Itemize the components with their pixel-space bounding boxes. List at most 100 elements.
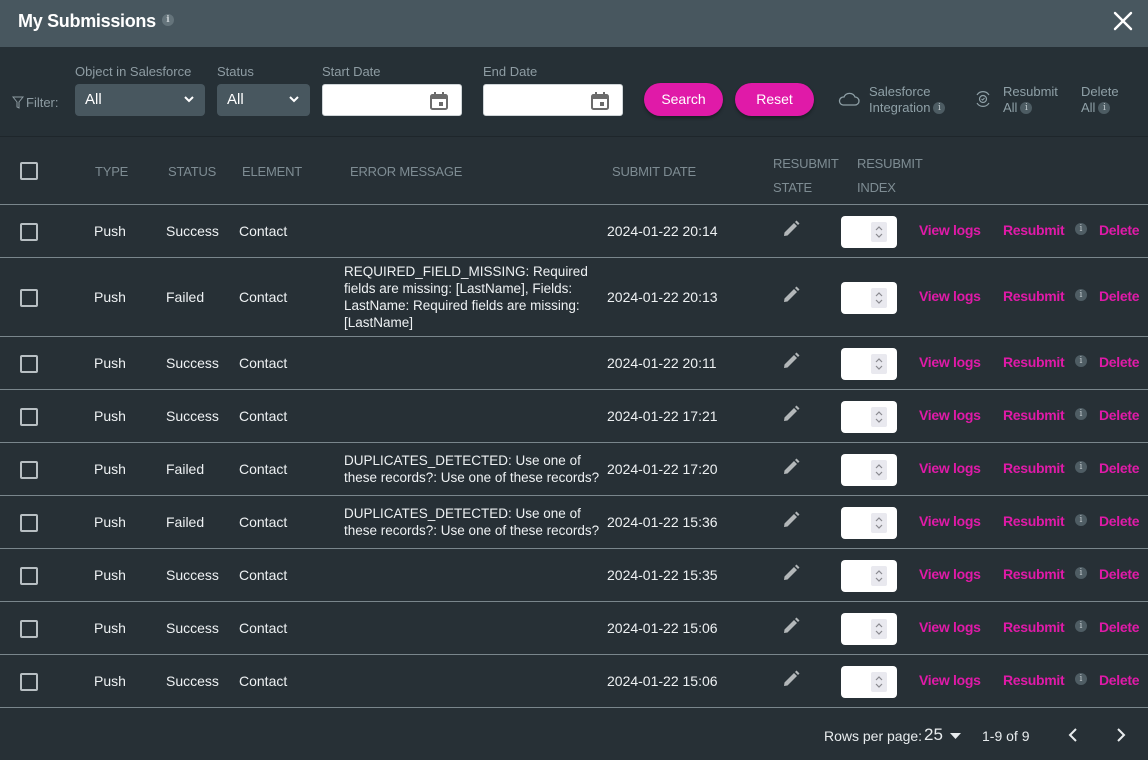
resubmit-link[interactable]: Resubmit xyxy=(1003,288,1065,304)
resubmit-link[interactable]: Resubmit xyxy=(1003,513,1065,529)
row-checkbox[interactable] xyxy=(20,619,38,638)
delete-link[interactable]: Delete xyxy=(1099,354,1140,370)
resubmit-index-input[interactable] xyxy=(841,347,897,380)
number-spinner[interactable] xyxy=(871,406,887,427)
select-all-checkbox[interactable] xyxy=(20,162,38,180)
info-icon[interactable]: i xyxy=(1075,288,1087,301)
column-resubmit-index[interactable]: RESUBMIT INDEX xyxy=(857,152,923,200)
info-icon[interactable]: i xyxy=(161,14,174,27)
delete-all-button[interactable]: Delete All i xyxy=(1081,84,1119,116)
close-button[interactable] xyxy=(1112,10,1134,32)
resubmit-index-input[interactable] xyxy=(841,400,897,433)
previous-page-button[interactable] xyxy=(1066,727,1080,743)
column-submit-date[interactable]: SUBMIT DATE xyxy=(612,164,696,179)
resubmit-link[interactable]: Resubmit xyxy=(1003,222,1065,238)
row-checkbox[interactable] xyxy=(20,354,38,373)
column-element[interactable]: ELEMENT xyxy=(242,164,302,179)
resubmit-link[interactable]: Resubmit xyxy=(1003,354,1065,370)
delete-link[interactable]: Delete xyxy=(1099,619,1140,635)
caret-down-icon[interactable] xyxy=(950,733,961,739)
view-logs-link[interactable]: View logs xyxy=(919,222,981,238)
info-icon[interactable]: i xyxy=(1075,566,1087,579)
edit-resubmit-state-button[interactable] xyxy=(781,669,801,694)
number-spinner[interactable] xyxy=(871,618,887,639)
info-icon[interactable]: i xyxy=(1020,101,1033,114)
row-checkbox[interactable] xyxy=(20,513,38,532)
view-logs-link[interactable]: View logs xyxy=(919,513,981,529)
info-icon[interactable]: i xyxy=(1075,672,1087,685)
status-select[interactable]: All xyxy=(217,84,310,116)
row-checkbox[interactable] xyxy=(20,288,38,307)
view-logs-link[interactable]: View logs xyxy=(919,288,981,304)
next-page-button[interactable] xyxy=(1114,727,1128,743)
resubmit-index-input[interactable] xyxy=(841,215,897,248)
info-icon[interactable]: i xyxy=(1098,101,1111,114)
reset-button[interactable]: Reset xyxy=(735,83,814,116)
column-type[interactable]: TYPE xyxy=(95,164,128,179)
edit-resubmit-state-button[interactable] xyxy=(781,219,801,244)
edit-resubmit-state-button[interactable] xyxy=(781,351,801,376)
column-status[interactable]: STATUS xyxy=(168,164,216,179)
info-icon[interactable]: i xyxy=(1075,513,1087,526)
info-icon[interactable]: i xyxy=(933,101,946,114)
info-icon[interactable]: i xyxy=(1075,354,1087,367)
rows-per-page-select[interactable]: 25 xyxy=(924,725,943,745)
view-logs-link[interactable]: View logs xyxy=(919,566,981,582)
column-error-message[interactable]: ERROR MESSAGE xyxy=(350,164,462,179)
row-checkbox[interactable] xyxy=(20,222,38,241)
resubmit-link[interactable]: Resubmit xyxy=(1003,460,1065,476)
end-date-input[interactable] xyxy=(483,84,623,116)
delete-link[interactable]: Delete xyxy=(1099,407,1140,423)
resubmit-index-input[interactable] xyxy=(841,559,897,592)
view-logs-link[interactable]: View logs xyxy=(919,619,981,635)
number-spinner[interactable] xyxy=(871,353,887,374)
number-spinner[interactable] xyxy=(871,512,887,533)
number-spinner[interactable] xyxy=(871,459,887,480)
delete-link[interactable]: Delete xyxy=(1099,672,1140,688)
view-logs-link[interactable]: View logs xyxy=(919,672,981,688)
info-icon[interactable]: i xyxy=(1075,222,1087,235)
resubmit-link[interactable]: Resubmit xyxy=(1003,672,1065,688)
edit-resubmit-state-button[interactable] xyxy=(781,510,801,535)
delete-link[interactable]: Delete xyxy=(1099,288,1140,304)
delete-link[interactable]: Delete xyxy=(1099,222,1140,238)
resubmit-index-input[interactable] xyxy=(841,453,897,486)
resubmit-index-input[interactable] xyxy=(841,612,897,645)
column-resubmit-state[interactable]: RESUBMIT STATE xyxy=(773,152,839,200)
number-spinner[interactable] xyxy=(871,671,887,692)
number-spinner[interactable] xyxy=(871,287,887,308)
object-select[interactable]: All xyxy=(75,84,205,116)
resubmit-link[interactable]: Resubmit xyxy=(1003,619,1065,635)
resubmit-index-input[interactable] xyxy=(841,506,897,539)
info-icon[interactable]: i xyxy=(1075,407,1087,420)
number-spinner[interactable] xyxy=(871,221,887,242)
row-checkbox[interactable] xyxy=(20,566,38,585)
view-logs-link[interactable]: View logs xyxy=(919,407,981,423)
delete-link[interactable]: Delete xyxy=(1099,460,1140,476)
edit-resubmit-state-button[interactable] xyxy=(781,285,801,310)
info-icon[interactable]: i xyxy=(1075,619,1087,632)
calendar-icon[interactable] xyxy=(590,91,610,111)
edit-resubmit-state-button[interactable] xyxy=(781,404,801,429)
resubmit-index-input[interactable] xyxy=(841,281,897,314)
resubmit-all-button[interactable]: Resubmit All i xyxy=(973,84,1058,116)
row-checkbox[interactable] xyxy=(20,407,38,426)
edit-resubmit-state-button[interactable] xyxy=(781,563,801,588)
view-logs-link[interactable]: View logs xyxy=(919,460,981,476)
row-checkbox[interactable] xyxy=(20,460,38,479)
salesforce-integration-button[interactable]: Salesforce Integration i xyxy=(838,84,946,116)
resubmit-index-input[interactable] xyxy=(841,665,897,698)
edit-resubmit-state-button[interactable] xyxy=(781,616,801,641)
delete-link[interactable]: Delete xyxy=(1099,513,1140,529)
start-date-input[interactable] xyxy=(322,84,462,116)
search-button[interactable]: Search xyxy=(644,83,723,116)
resubmit-link[interactable]: Resubmit xyxy=(1003,407,1065,423)
delete-link[interactable]: Delete xyxy=(1099,566,1140,582)
number-spinner[interactable] xyxy=(871,565,887,586)
calendar-icon[interactable] xyxy=(429,91,449,111)
resubmit-link[interactable]: Resubmit xyxy=(1003,566,1065,582)
edit-resubmit-state-button[interactable] xyxy=(781,457,801,482)
view-logs-link[interactable]: View logs xyxy=(919,354,981,370)
row-checkbox[interactable] xyxy=(20,672,38,691)
info-icon[interactable]: i xyxy=(1075,460,1087,473)
